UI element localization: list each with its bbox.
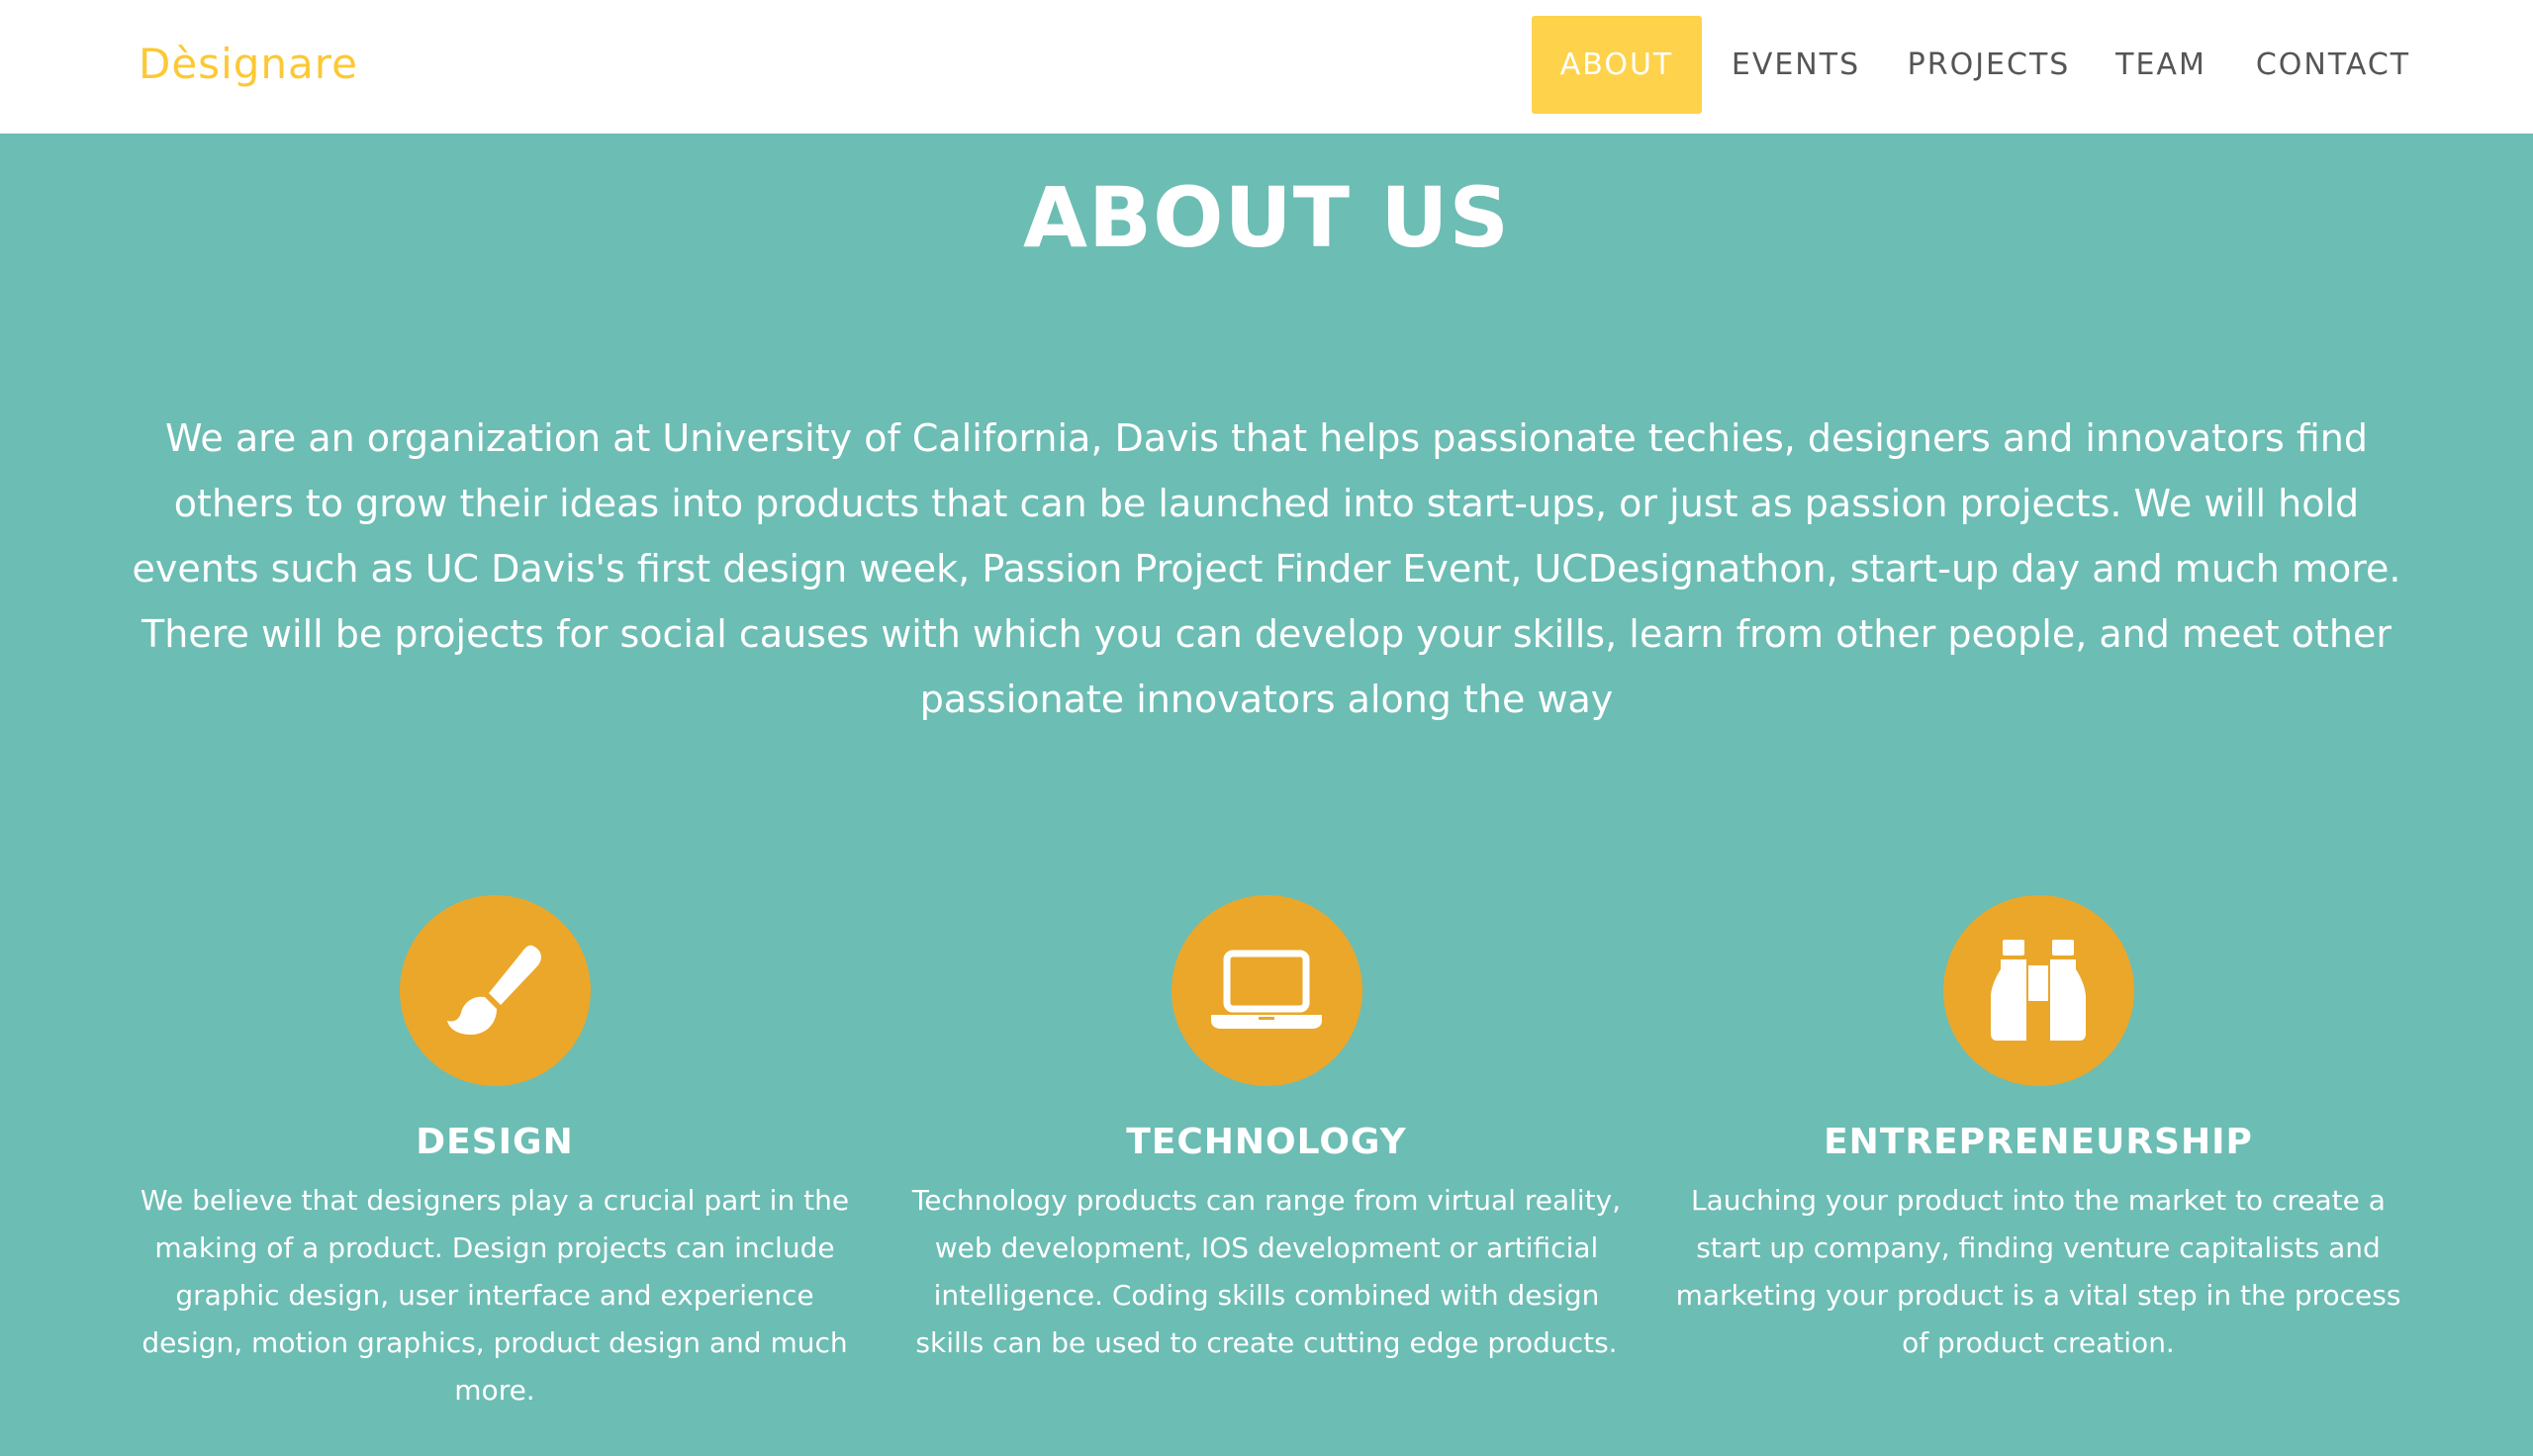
nav-item-projects[interactable]: PROJECTS [1890,16,2088,114]
nav-item-about[interactable]: ABOUT [1532,16,1702,114]
feature-title: DESIGN [416,1122,574,1162]
feature-text: Lauching your product into the market to… [1675,1184,2401,1359]
paintbrush-icon [399,895,591,1086]
feature-title: ENTREPRENEURSHIP [1824,1122,2253,1162]
nav-item-team[interactable]: TEAM [2100,16,2222,114]
feature-title: TECHNOLOGY [1126,1122,1407,1162]
binoculars-icon [1942,895,2134,1086]
page-title: ABOUT US [1023,169,1510,266]
feature-design: DESIGN We believe that designers play a … [129,895,861,1414]
nav-item-events[interactable]: EVENTS [1718,16,1874,114]
feature-text: Technology products can range from virtu… [911,1184,1622,1359]
laptop-icon [1171,895,1362,1086]
nav-item-contact[interactable]: CONTACT [2234,16,2432,114]
brand-logo[interactable]: Dèsignare [139,35,358,94]
navbar: Dèsignare ABOUT EVENTS PROJECTS TEAM CON… [0,0,2533,134]
about-description: We are an organization at University of … [132,416,2401,721]
feature-text: We believe that designers play a crucial… [140,1184,850,1407]
feature-entrepreneurship: ENTREPRENEURSHIP Lauching your product i… [1672,895,2404,1367]
feature-technology: TECHNOLOGY Technology products can range… [900,895,1633,1367]
nav-menu: ABOUT EVENTS PROJECTS TEAM CONTACT [1484,16,2533,114]
